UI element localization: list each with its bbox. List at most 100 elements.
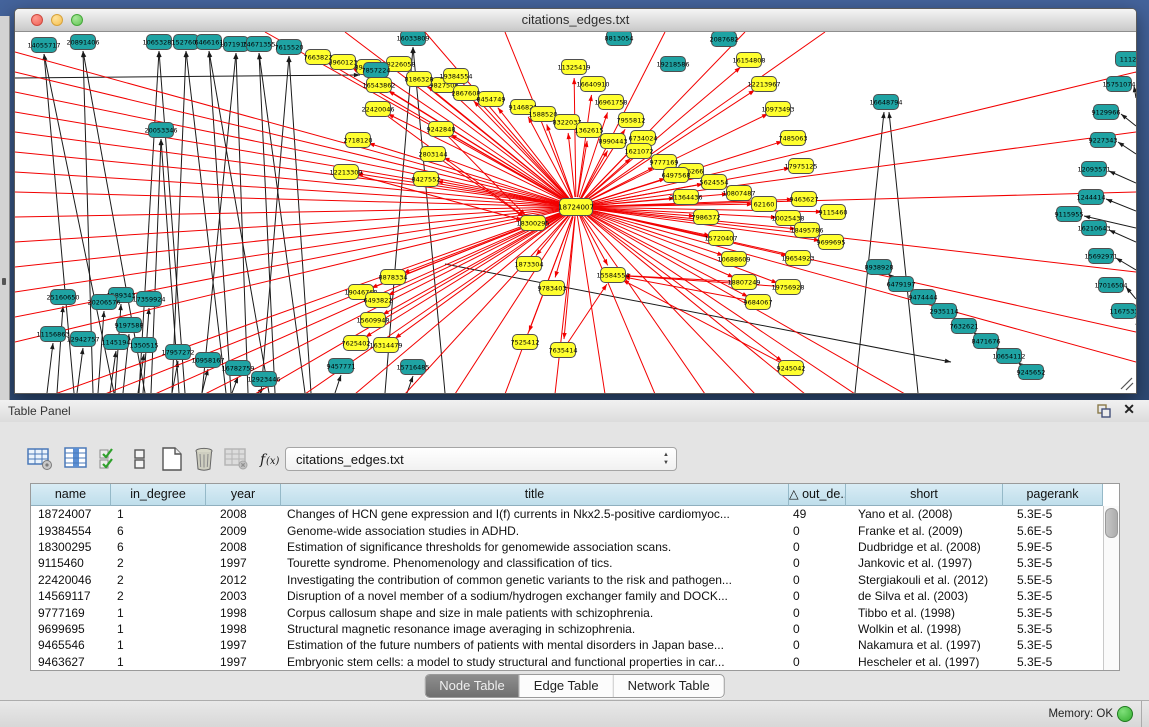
graph-node-label: 15720407 bbox=[704, 234, 737, 242]
table-cell: Hescheler et al. (1997) bbox=[846, 655, 1003, 669]
table-row[interactable]: 1872400712008Changes of HCN gene express… bbox=[31, 506, 1119, 522]
memory-ok-indicator[interactable] bbox=[1117, 706, 1133, 722]
graph-node-label: 9197588 bbox=[115, 321, 144, 329]
select-checks-icon[interactable] bbox=[96, 446, 124, 472]
graph-node-label: 6493822 bbox=[364, 296, 393, 304]
tab-edge-table[interactable]: Edge Table bbox=[519, 675, 613, 697]
table-row[interactable]: 1938455462009Genome-wide association stu… bbox=[31, 522, 1119, 538]
table-cell: 5.3E-5 bbox=[1003, 606, 1103, 620]
table-row[interactable]: 977716911998Corpus callosum shape and si… bbox=[31, 604, 1119, 620]
network-window-titlebar[interactable]: citations_edges.txt bbox=[15, 9, 1136, 32]
table-cell: 5.3E-5 bbox=[1003, 655, 1103, 669]
graph-node-label: 2718120 bbox=[344, 136, 373, 144]
table-cell: 2008 bbox=[206, 540, 281, 554]
graph-node-label: 8471676 bbox=[972, 337, 1001, 345]
graph-node-label: 10688609 bbox=[717, 255, 750, 263]
trash-icon[interactable] bbox=[190, 446, 218, 472]
table-row[interactable]: 946554611997Estimation of the future num… bbox=[31, 637, 1119, 653]
table-cell: 9463627 bbox=[31, 655, 111, 669]
float-window-icon[interactable] bbox=[1097, 404, 1111, 418]
column-header-title[interactable]: title bbox=[281, 484, 789, 506]
graph-node-label: 7525412 bbox=[511, 338, 540, 346]
collapsed-control-panel[interactable] bbox=[0, 16, 10, 400]
table-row[interactable]: 2242004622012Investigating the contribut… bbox=[31, 572, 1119, 588]
table-row[interactable]: 946362711997Embryonic stem cells: a mode… bbox=[31, 654, 1119, 670]
graph-node-label: 6734024 bbox=[629, 134, 658, 142]
graph-node-label: 10973493 bbox=[761, 105, 794, 113]
graph-node-label: 14055717 bbox=[27, 41, 60, 49]
column-header-name[interactable]: name bbox=[31, 484, 111, 506]
table-select-value: citations_edges.txt bbox=[296, 452, 404, 467]
graph-node-label: 9242848 bbox=[427, 125, 456, 133]
graph-node-label: 8427552 bbox=[412, 175, 441, 183]
graph-node-label: 16640910 bbox=[576, 80, 609, 88]
column-header-short[interactable]: short bbox=[846, 484, 1003, 506]
graph-node-label: 17975125 bbox=[784, 162, 817, 170]
graph-node-label: 1362615 bbox=[575, 126, 604, 134]
graph-node-label: 62160 bbox=[754, 200, 775, 208]
graph-node-label: 17957272 bbox=[161, 348, 194, 356]
graph-node-label: 12942757 bbox=[66, 335, 99, 343]
table-cell: Estimation of significance thresholds fo… bbox=[281, 540, 789, 554]
graph-node-label: 11325419 bbox=[557, 63, 590, 71]
column-header-pagerank[interactable]: pagerank bbox=[1003, 484, 1103, 506]
graph-node-label: 12213309 bbox=[329, 168, 362, 176]
graph-node-label: 16314479 bbox=[369, 341, 402, 349]
table-cell: 0 bbox=[789, 556, 846, 570]
table-select-dropdown[interactable]: citations_edges.txt ▲▼ bbox=[285, 447, 677, 471]
graph-node-label: 8990443 bbox=[599, 137, 628, 145]
graph-node-label: 9457771 bbox=[327, 362, 356, 370]
table-row[interactable]: 1830029562008Estimation of significance … bbox=[31, 539, 1119, 555]
tab-node-table[interactable]: Node Table bbox=[425, 675, 519, 697]
graph-node-label: 22420046 bbox=[361, 105, 394, 113]
table-cell: 2 bbox=[111, 589, 206, 603]
table-tabs: Node TableEdge TableNetwork Table bbox=[424, 674, 725, 698]
table-settings-icon[interactable] bbox=[26, 446, 54, 472]
table-cell: 1 bbox=[111, 638, 206, 652]
graph-node-label: 20053346 bbox=[144, 126, 177, 134]
table-panel-header: Table Panel ✕ bbox=[0, 400, 1149, 423]
table-scrollbar[interactable] bbox=[1103, 506, 1119, 670]
table-cell: 2009 bbox=[206, 524, 281, 538]
panel-handle-icon bbox=[2, 278, 6, 285]
table-cell: Investigating the contribution of common… bbox=[281, 573, 789, 587]
table-row[interactable]: 969969511998Structural magnetic resonanc… bbox=[31, 621, 1119, 637]
table-cell: 0 bbox=[789, 655, 846, 669]
graph-node-label: 19756928 bbox=[771, 283, 804, 291]
graph-node-label: 9129966 bbox=[1092, 108, 1121, 116]
table-cell: Structural magnetic resonance image aver… bbox=[281, 622, 789, 636]
row-height-icon[interactable] bbox=[126, 446, 154, 472]
table-cell: 0 bbox=[789, 589, 846, 603]
table-row[interactable]: 1456911722003Disruption of a novel membe… bbox=[31, 588, 1119, 604]
graph-node-label: 9245652 bbox=[1017, 368, 1046, 376]
graph-node-label: 7986372 bbox=[692, 213, 721, 221]
network-graph[interactable]: 1872400718300295896012389129541822605816… bbox=[15, 32, 1136, 393]
graph-node-label: 5624554 bbox=[700, 178, 729, 186]
table-cell: Stergiakouli et al. (2012) bbox=[846, 573, 1003, 587]
table-cell: Corpus callosum shape and size in male p… bbox=[281, 606, 789, 620]
column-header-out_de[interactable]: △ out_de... bbox=[789, 484, 846, 506]
table-cell: 5.3E-5 bbox=[1003, 638, 1103, 652]
graph-node-label: 9227343 bbox=[1089, 136, 1118, 144]
table-column-icon[interactable] bbox=[62, 446, 90, 472]
graph-node-label: 16210643 bbox=[1077, 224, 1110, 232]
graph-node-label: 7635414 bbox=[549, 346, 578, 354]
function-fx-icon[interactable]: f (x) bbox=[256, 446, 288, 472]
table-row[interactable]: 911546021997Tourette syndrome. Phenomeno… bbox=[31, 555, 1119, 571]
close-icon[interactable]: ✕ bbox=[1123, 401, 1135, 418]
graph-node-label: 6479197 bbox=[887, 280, 916, 288]
graph-node-label: 19218586 bbox=[656, 60, 689, 68]
scrollbar-thumb[interactable] bbox=[1105, 508, 1118, 538]
network-view[interactable]: 1872400718300295896012389129541822605816… bbox=[15, 32, 1136, 393]
table-cell: 18724007 bbox=[31, 507, 111, 521]
table-cell: 5.3E-5 bbox=[1003, 589, 1103, 603]
table-cell: 1998 bbox=[206, 606, 281, 620]
graph-node-label: 9783403 bbox=[538, 284, 567, 292]
tab-network-table[interactable]: Network Table bbox=[613, 675, 724, 697]
delete-table-disabled-icon[interactable] bbox=[222, 446, 250, 472]
table-cell: Jankovic et al. (1997) bbox=[846, 556, 1003, 570]
table-cell: 0 bbox=[789, 540, 846, 554]
new-document-icon[interactable] bbox=[158, 446, 186, 472]
column-header-year[interactable]: year bbox=[206, 484, 281, 506]
column-header-in_degree[interactable]: in_degree bbox=[111, 484, 206, 506]
